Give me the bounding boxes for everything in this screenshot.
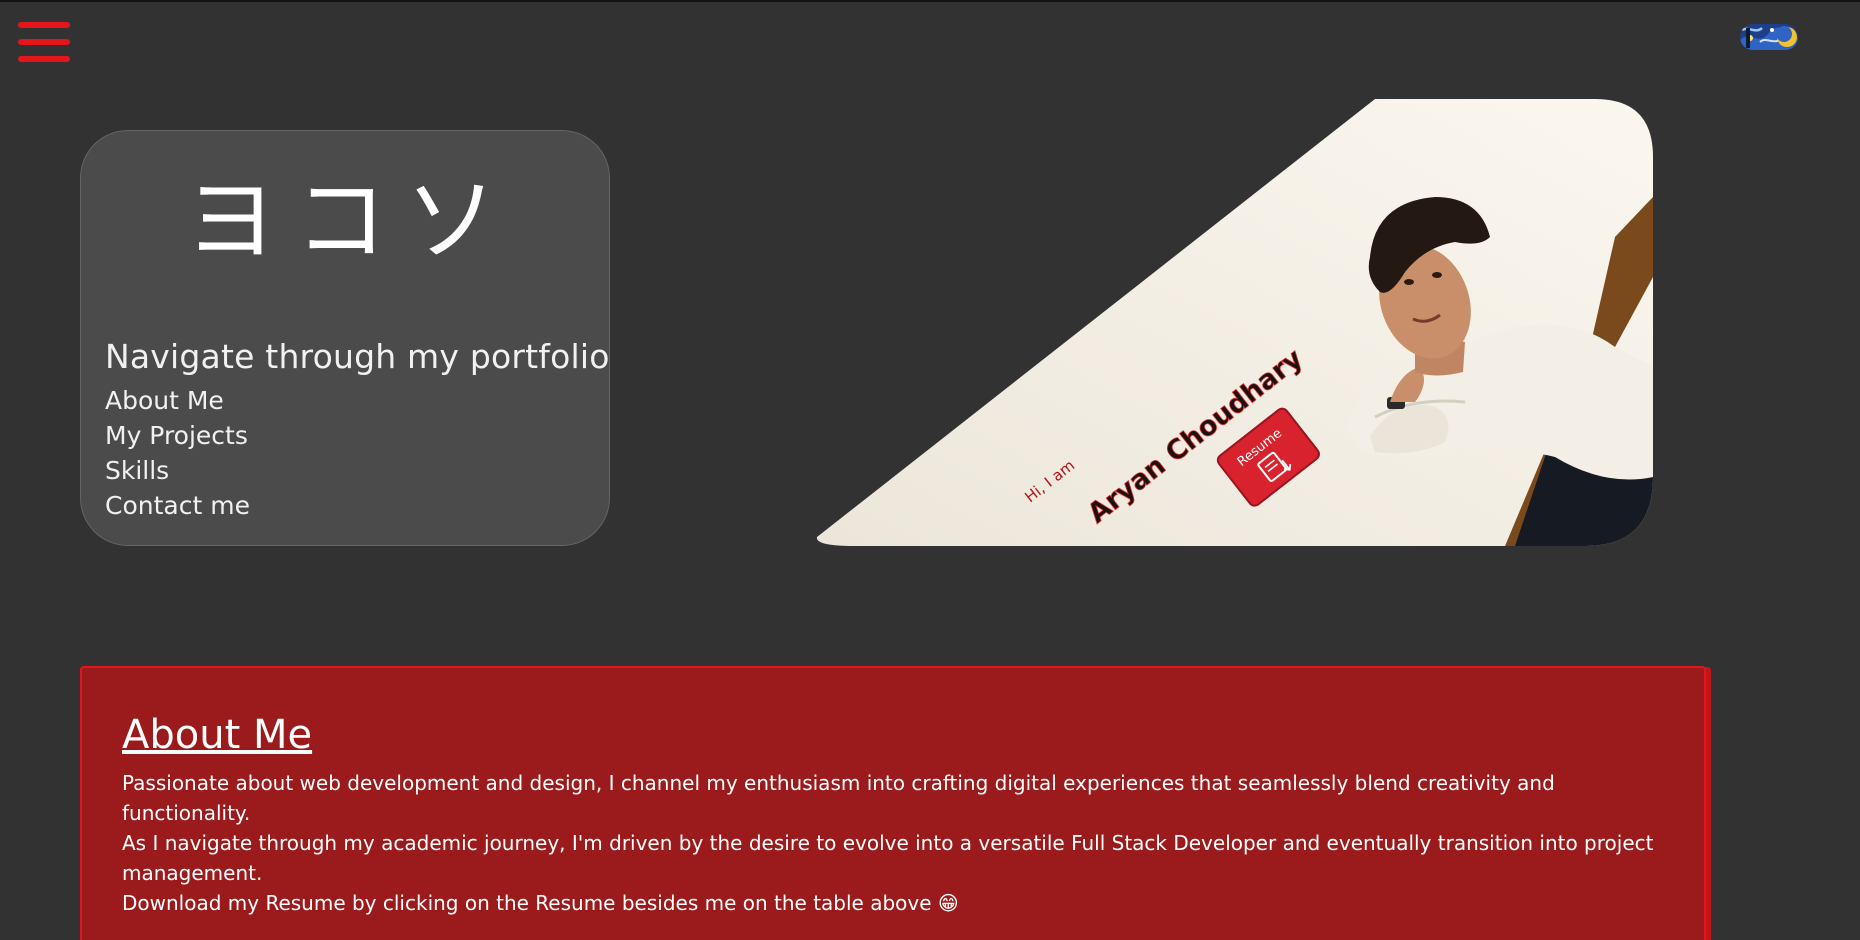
about-paragraph: Passionate about web development and des…: [122, 771, 1555, 825]
about-text: Passionate about web development and des…: [122, 768, 1662, 918]
starry-night-theme-toggle-icon: [1740, 24, 1798, 50]
menu-bar-bottom: [18, 56, 70, 62]
hero-image: Resume Hi, I am Aryan Choudhary: [816, 99, 1653, 546]
welcome-kana: ヨコソ: [184, 167, 515, 274]
top-border: [0, 0, 1860, 2]
about-paragraph: Download my Resume by clicking on the Re…: [122, 891, 959, 915]
about-title: About Me: [122, 712, 313, 758]
menu-bar-top: [18, 22, 70, 28]
nav-link-about[interactable]: About Me: [105, 383, 250, 418]
about-paragraph: As I navigate through my academic journe…: [122, 831, 1654, 885]
nav-heading: Navigate through my portfolio: [105, 337, 610, 376]
nav-link-projects[interactable]: My Projects: [105, 418, 250, 453]
theme-toggle-button[interactable]: [1738, 20, 1800, 54]
hamburger-menu-icon[interactable]: [18, 22, 70, 62]
about-section: About Me Passionate about web developmen…: [80, 666, 1706, 940]
nav-link-skills[interactable]: Skills: [105, 453, 250, 488]
nav-link-contact[interactable]: Contact me: [105, 488, 250, 523]
menu-bar-middle: [18, 39, 70, 45]
nav-links: About Me My Projects Skills Contact me: [105, 383, 250, 523]
